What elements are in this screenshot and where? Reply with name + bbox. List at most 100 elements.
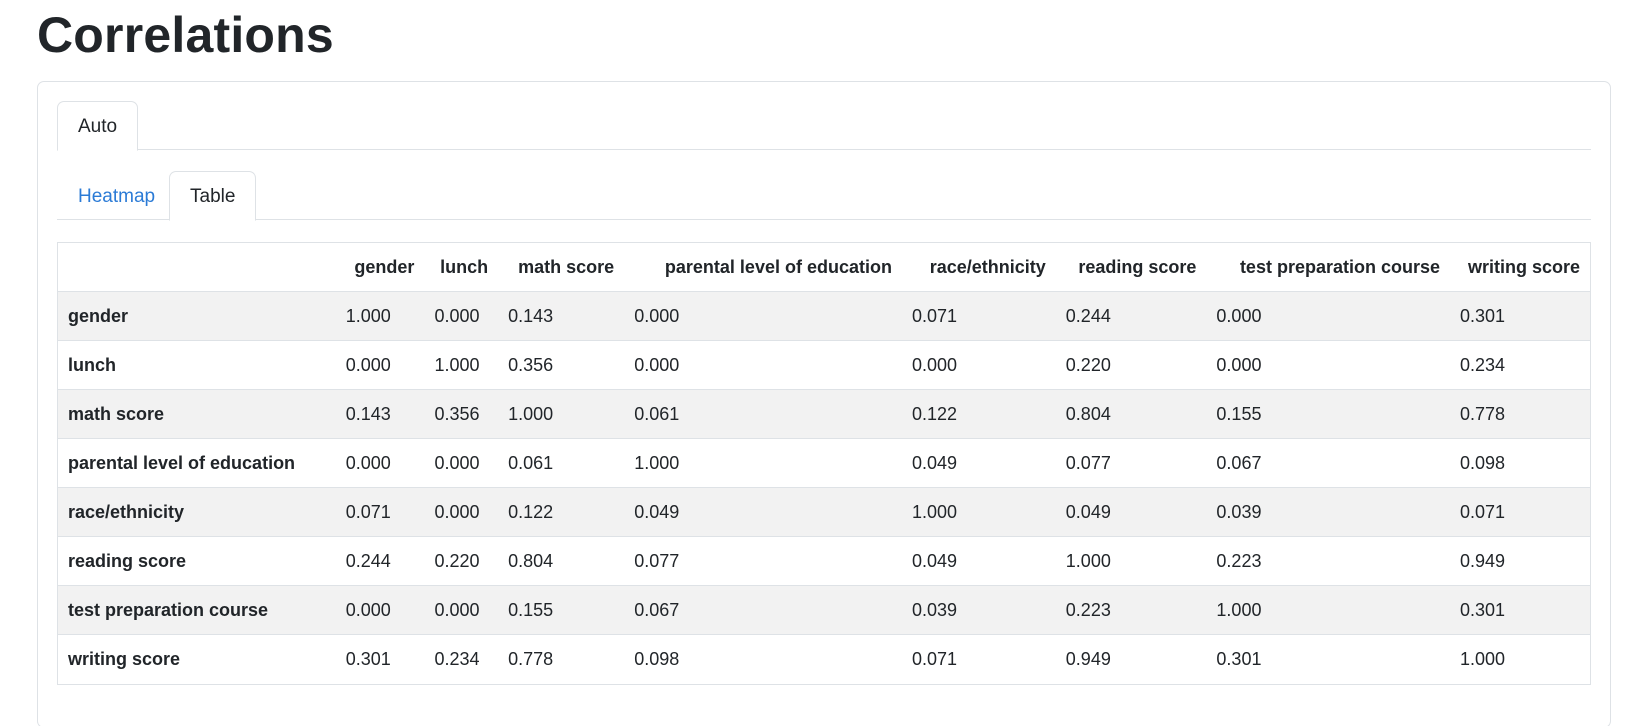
table-cell: 0.061 — [498, 438, 625, 488]
table-cell: 0.234 — [1450, 340, 1590, 390]
table-row: race/ethnicity 0.071 0.000 0.122 0.049 1… — [58, 487, 1590, 537]
table-row: writing score 0.301 0.234 0.778 0.098 0.… — [58, 634, 1590, 684]
table-cell: 0.143 — [498, 291, 625, 341]
row-header: parental level of education — [58, 438, 336, 488]
table-row: gender 1.000 0.000 0.143 0.000 0.071 0.2… — [58, 291, 1590, 341]
table-cell: 0.244 — [335, 536, 425, 586]
column-header: parental level of education — [624, 242, 902, 292]
table-cell: 0.098 — [624, 634, 902, 684]
column-header: reading score — [1055, 242, 1207, 292]
table-cell: 0.220 — [424, 536, 499, 586]
table-cell: 0.071 — [1450, 487, 1590, 537]
table-cell: 0.000 — [624, 291, 902, 341]
table-cell: 0.223 — [1055, 585, 1207, 635]
column-header: lunch — [424, 242, 499, 292]
table-cell: 0.000 — [1206, 291, 1450, 341]
table-cell: 0.000 — [335, 340, 425, 390]
table-cell: 0.778 — [1450, 389, 1590, 439]
column-header: race/ethnicity — [901, 242, 1056, 292]
row-header: math score — [58, 389, 336, 439]
table-cell: 0.000 — [424, 585, 499, 635]
row-header: gender — [58, 291, 336, 341]
table-cell: 0.049 — [901, 438, 1056, 488]
table-cell: 0.071 — [335, 487, 425, 537]
table-cell: 0.122 — [901, 389, 1056, 439]
row-header: writing score — [58, 634, 336, 684]
table-cell: 0.049 — [901, 536, 1056, 586]
table-cell: 0.067 — [624, 585, 902, 635]
row-header: lunch — [58, 340, 336, 390]
table-cell: 0.039 — [1206, 487, 1450, 537]
table-cell: 0.098 — [1450, 438, 1590, 488]
table-cell: 0.244 — [1055, 291, 1207, 341]
page-title: Correlations — [37, 7, 334, 63]
table-cell: 0.000 — [424, 291, 499, 341]
table-cell: 0.804 — [1055, 389, 1207, 439]
table-cell: 0.061 — [624, 389, 902, 439]
table-cell: 0.949 — [1055, 634, 1207, 684]
table-cell: 0.356 — [498, 340, 625, 390]
table-cell: 0.049 — [1055, 487, 1207, 537]
row-header: reading score — [58, 536, 336, 586]
correlation-table: gender lunch math score parental level o… — [58, 242, 1590, 684]
table-cell: 0.000 — [335, 438, 425, 488]
table-cell: 0.301 — [1450, 585, 1590, 635]
table-cell: 1.000 — [1206, 585, 1450, 635]
table-cell: 0.000 — [335, 585, 425, 635]
table-row: lunch 0.000 1.000 0.356 0.000 0.000 0.22… — [58, 340, 1590, 390]
table-cell: 0.071 — [901, 634, 1056, 684]
column-header: gender — [335, 242, 425, 292]
table-cell: 0.000 — [624, 340, 902, 390]
correlations-panel: Auto Heatmap Table gender lunch math sco… — [37, 81, 1611, 726]
table-cell: 1.000 — [1055, 536, 1207, 586]
table-cell: 1.000 — [624, 438, 902, 488]
table-cell: 0.000 — [424, 487, 499, 537]
table-cell: 0.301 — [1206, 634, 1450, 684]
table-cell: 1.000 — [335, 291, 425, 341]
tab-auto[interactable]: Auto — [57, 101, 139, 151]
table-row: math score 0.143 0.356 1.000 0.061 0.122… — [58, 389, 1590, 439]
column-header: math score — [498, 242, 625, 292]
table-cell: 1.000 — [424, 340, 499, 390]
table-cell: 0.804 — [498, 536, 625, 586]
table-cell: 1.000 — [498, 389, 625, 439]
table-cell: 0.000 — [901, 340, 1056, 390]
table-row: test preparation course 0.000 0.000 0.15… — [58, 585, 1590, 635]
table-cell: 0.301 — [335, 634, 425, 684]
column-header: writing score — [1450, 242, 1590, 292]
table-cell: 0.155 — [498, 585, 625, 635]
correlation-table-container: gender lunch math score parental level o… — [57, 242, 1591, 685]
table-row: reading score 0.244 0.220 0.804 0.077 0.… — [58, 536, 1590, 586]
table-cell: 0.778 — [498, 634, 625, 684]
table-cell: 0.077 — [1055, 438, 1207, 488]
table-cell: 0.220 — [1055, 340, 1207, 390]
table-cell: 0.234 — [424, 634, 499, 684]
tab-table[interactable]: Table — [169, 171, 257, 221]
table-cell: 0.223 — [1206, 536, 1450, 586]
row-header: race/ethnicity — [58, 487, 336, 537]
table-cell: 0.039 — [901, 585, 1056, 635]
table-cell: 0.000 — [424, 438, 499, 488]
row-header: test preparation course — [58, 585, 336, 635]
table-cell: 0.949 — [1450, 536, 1590, 586]
outer-tab-bar: Auto — [57, 101, 1591, 151]
table-cell: 0.122 — [498, 487, 625, 537]
table-cell: 0.000 — [1206, 340, 1450, 390]
table-cell: 0.301 — [1450, 291, 1590, 341]
tab-heatmap[interactable]: Heatmap — [57, 171, 176, 220]
table-header-row: gender lunch math score parental level o… — [58, 242, 1590, 292]
table-cell: 0.155 — [1206, 389, 1450, 439]
inner-tab-bar: Heatmap Table — [57, 171, 1591, 221]
column-header: test preparation course — [1206, 242, 1450, 292]
table-cell: 0.067 — [1206, 438, 1450, 488]
column-header — [58, 242, 336, 292]
table-cell: 1.000 — [1450, 634, 1590, 684]
table-cell: 0.356 — [424, 389, 499, 439]
table-row: parental level of education 0.000 0.000 … — [58, 438, 1590, 488]
table-cell: 0.049 — [624, 487, 902, 537]
table-cell: 1.000 — [901, 487, 1056, 537]
table-cell: 0.071 — [901, 291, 1056, 341]
table-cell: 0.077 — [624, 536, 902, 586]
table-cell: 0.143 — [335, 389, 425, 439]
page: Correlations Auto Heatmap Table gender l… — [0, 0, 1648, 726]
